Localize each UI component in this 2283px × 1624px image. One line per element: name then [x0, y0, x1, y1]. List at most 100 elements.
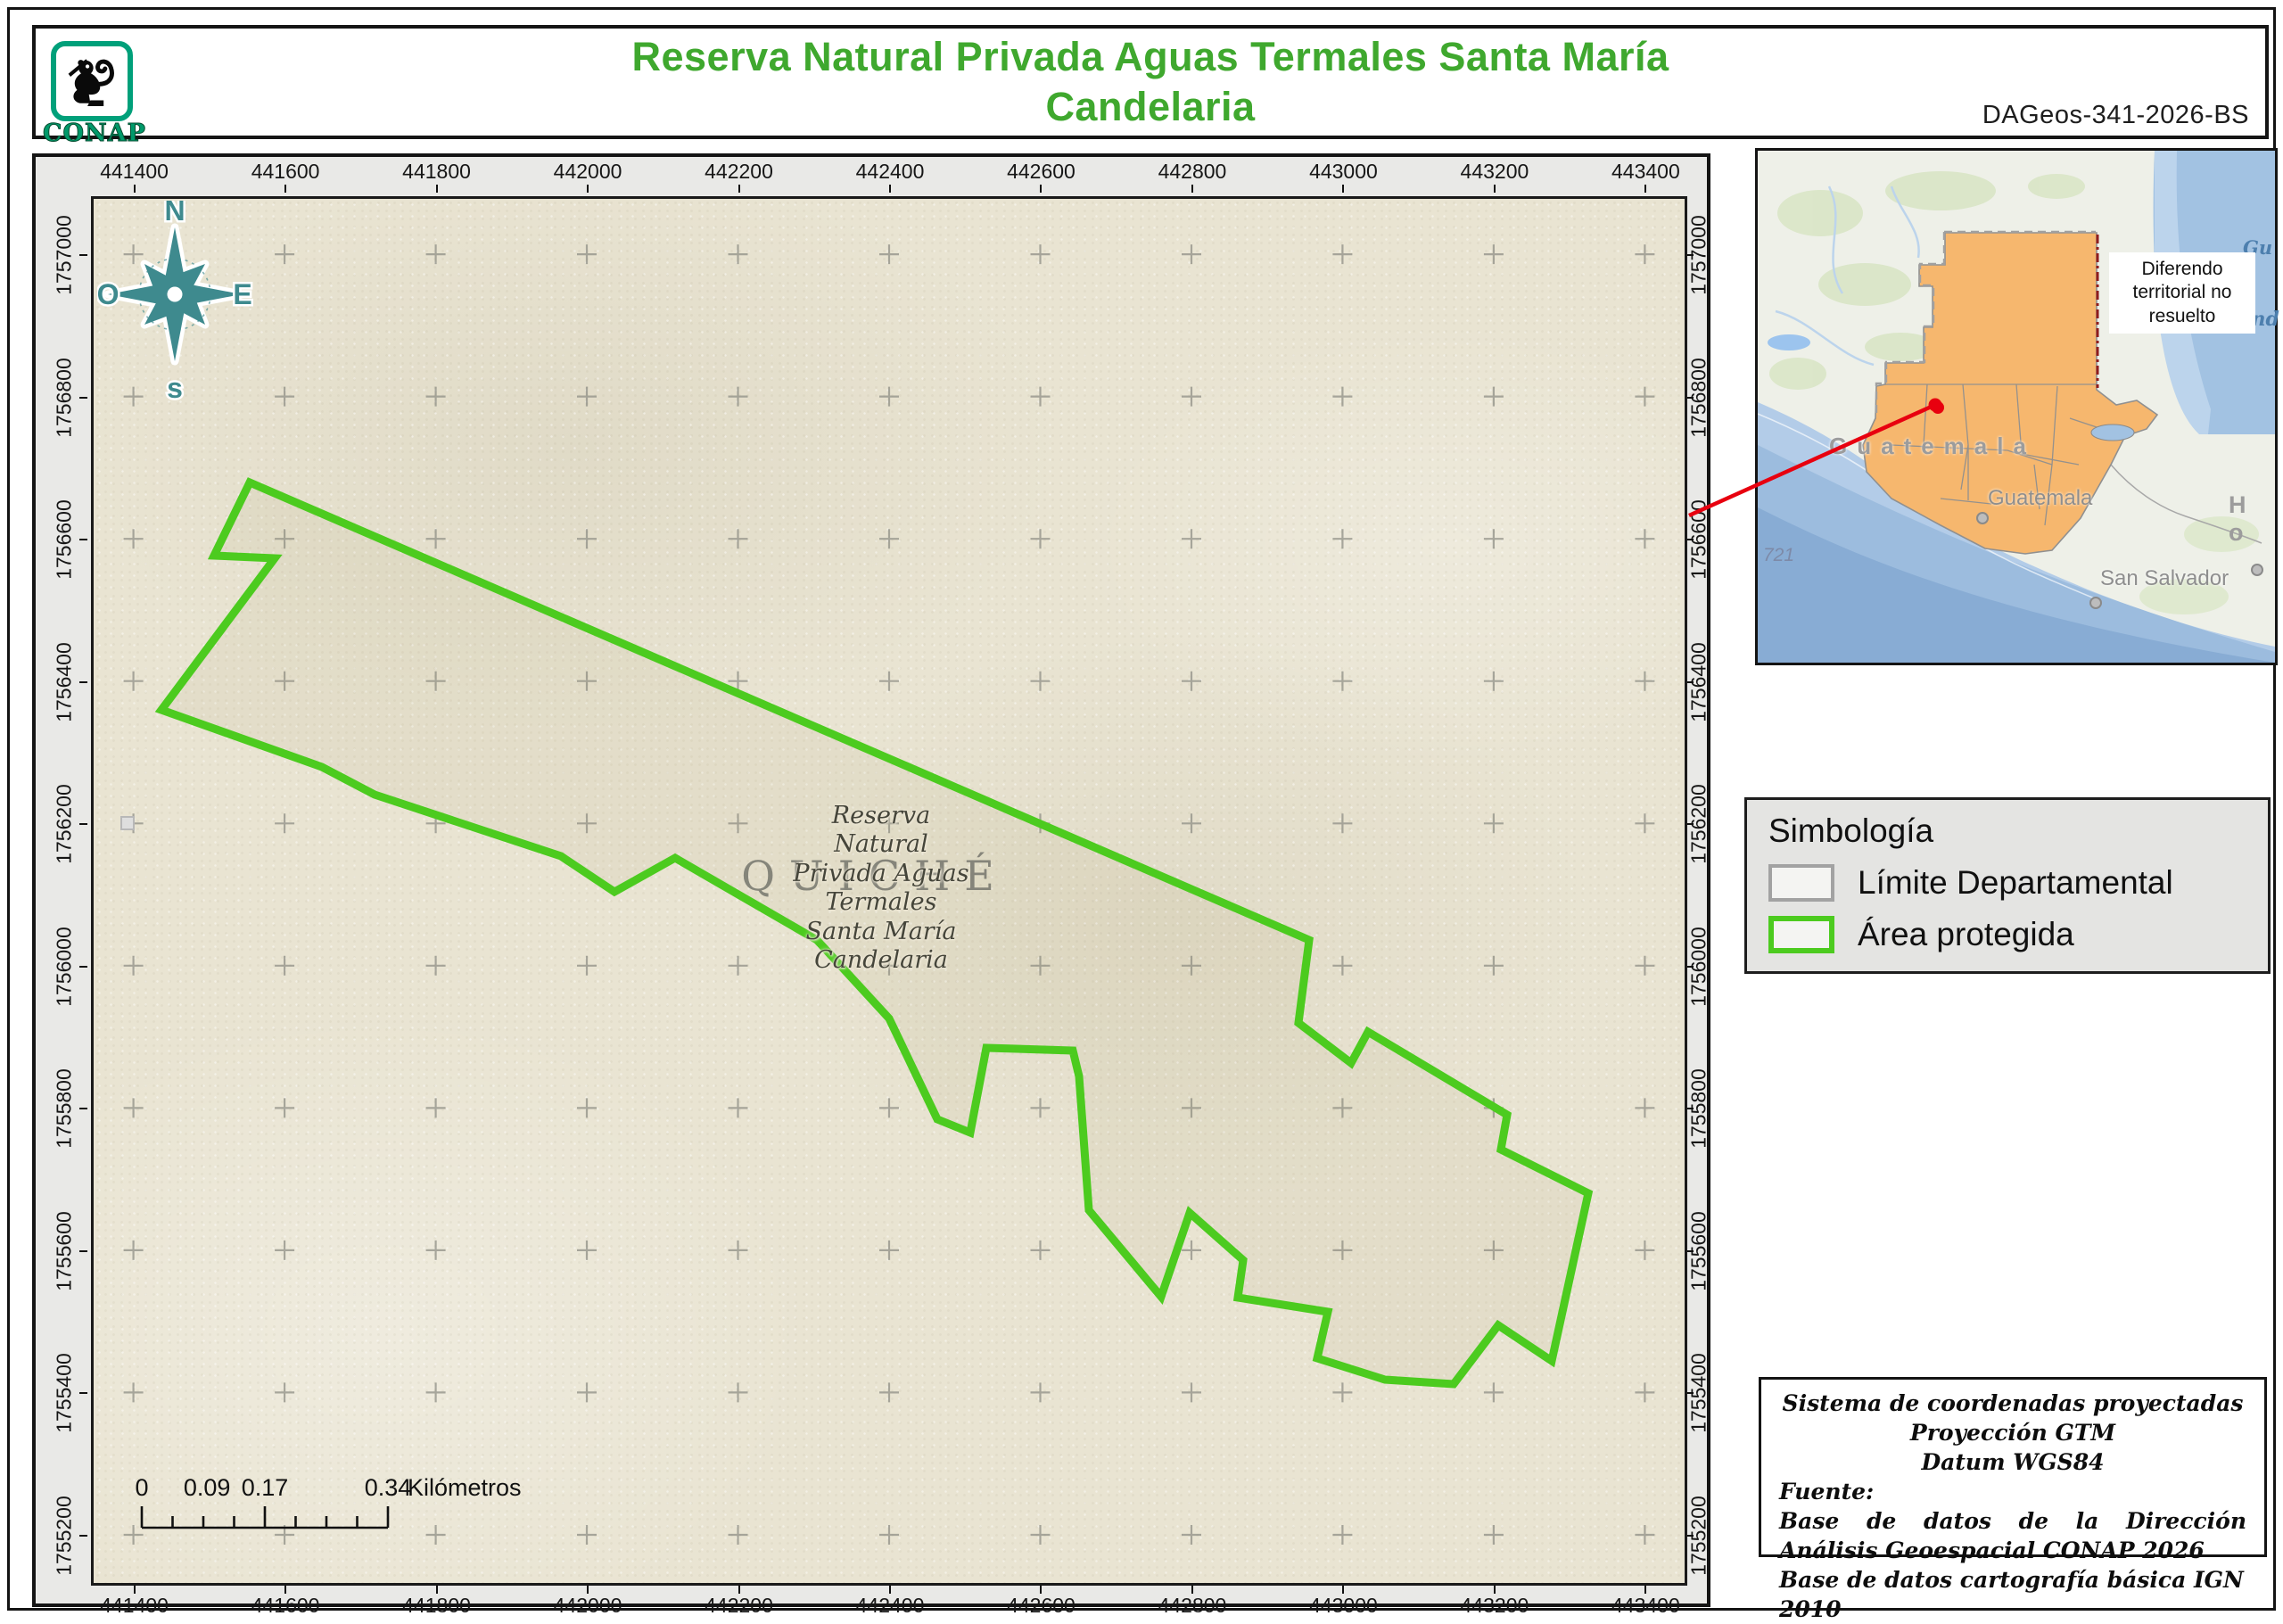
axis-label: 441600: [251, 1594, 320, 1618]
axis-tick: [79, 681, 87, 683]
axis-tick: [79, 397, 87, 399]
inset-country-label: Guatemala: [1829, 433, 2036, 460]
inset-city-dot-guatemala: [1977, 513, 1988, 523]
inset-city-dot-sansalvador: [2090, 598, 2101, 608]
axis-tick: [134, 1586, 136, 1594]
axis-label: 443000: [1309, 1594, 1378, 1618]
axis-label: 442000: [554, 1594, 622, 1618]
axis-tick: [1342, 1586, 1344, 1594]
axis-tick: [587, 185, 589, 193]
axis-label: 441400: [100, 160, 169, 184]
axis-tick: [587, 1586, 589, 1594]
axis-tick: [284, 1586, 286, 1594]
axis-label: 442200: [705, 1594, 773, 1618]
axis-tick: [1644, 185, 1646, 193]
scale-bar: 00.090.170.34Kilómetros: [140, 1474, 515, 1535]
axis-label: 1756800: [53, 358, 77, 438]
axis-tick: [1494, 1586, 1496, 1594]
scale-bar-value: 0: [135, 1474, 148, 1502]
source-line: Base de datos cartografía básica IGN 201…: [1779, 1565, 2246, 1624]
axis-label: 441800: [402, 160, 471, 184]
scale-bar-ruler: [140, 1504, 416, 1529]
axis-tick: [1342, 185, 1344, 193]
compass-e-label: E: [233, 278, 251, 310]
axis-label: 1755400: [53, 1354, 77, 1434]
scale-bar-value: 0.17: [242, 1474, 289, 1502]
legend: Simbología Límite Departamental Área pro…: [1744, 797, 2271, 974]
axis-tick: [1040, 1586, 1042, 1594]
axis-tick: [738, 185, 740, 193]
axis-label: 1755200: [53, 1496, 77, 1576]
reserve-name-label: Reserva Natural Privada Aguas Termales S…: [793, 802, 968, 975]
axis-tick: [889, 1586, 891, 1594]
axis-tick: [889, 185, 891, 193]
axis-tick: [134, 185, 136, 193]
axis-label: 443000: [1309, 160, 1378, 184]
axis-label: 1756400: [53, 642, 77, 722]
axis-label: 443400: [1611, 160, 1680, 184]
axis-label: 1756600: [53, 499, 77, 580]
protected-area-swatch: [1768, 916, 1834, 953]
reserve-label-line: Santa María: [793, 917, 968, 945]
axis-label: 441800: [402, 1594, 471, 1618]
legend-title: Simbología: [1768, 812, 2246, 850]
inset-territorial-note: Diferendo territorial no resuelto: [2109, 252, 2255, 334]
departmental-boundary-swatch: [1768, 864, 1834, 902]
axis-labels-right: 1757000175680017566001756400175620017560…: [1687, 200, 1710, 1584]
axis-label: 442200: [705, 160, 773, 184]
inset-locator-map: Guatemala Guatemala San Salvador H o Gu …: [1755, 148, 2278, 665]
reserve-label-line: Termales: [793, 888, 968, 917]
axis-tick: [1494, 185, 1496, 193]
axis-labels-bottom: 4414004416004418004420004422004424004426…: [95, 1586, 1685, 1612]
axis-label: 442400: [856, 160, 925, 184]
document-code: DAGeos-341-2026-BS: [1982, 101, 2249, 130]
axis-tick: [79, 1535, 87, 1537]
axis-tick: [1644, 1586, 1646, 1594]
coordinate-system-info-box: Sistema de coordenadas proyectadas Proye…: [1759, 1377, 2267, 1557]
axis-label: 442600: [1007, 160, 1076, 184]
axis-label: 443200: [1461, 1594, 1529, 1618]
legend-item-label: Área protegida: [1858, 916, 2074, 953]
map-document: CONAP Reserva Natural Privada Aguas Term…: [0, 0, 2283, 1618]
compass-n-label: N: [164, 201, 185, 227]
axis-tick: [284, 185, 286, 193]
inset-country-label-honduras: H o: [2229, 491, 2275, 547]
axis-label: 443400: [1611, 1594, 1680, 1618]
inset-reserve-location-dot: [1932, 401, 1944, 414]
page-title: Reserva Natural Privada Aguas Termales S…: [562, 32, 1739, 133]
axis-tick: [1040, 185, 1042, 193]
axis-tick: [79, 539, 87, 540]
source-heading: Fuente:: [1779, 1477, 2246, 1506]
reserve-label-line: Natural: [793, 830, 968, 859]
scale-bar-unit: Kilómetros: [408, 1474, 522, 1502]
axis-tick: [79, 966, 87, 968]
axis-tick: [79, 1108, 87, 1109]
reserve-label-line: Reserva: [793, 802, 968, 830]
axis-label: 1757000: [53, 215, 77, 295]
legend-item-departmental: Límite Departamental: [1768, 864, 2246, 902]
map-artifact-square: [120, 816, 135, 830]
axis-label: 441400: [100, 1594, 169, 1618]
compass-o-label: O: [97, 278, 119, 310]
info-line: Sistema de coordenadas proyectadas: [1779, 1389, 2246, 1418]
axis-label: 441600: [251, 160, 320, 184]
info-line: Proyección GTM: [1779, 1418, 2246, 1447]
axis-label: 442800: [1158, 160, 1227, 184]
axis-tick: [1191, 1586, 1193, 1594]
axis-label: 442800: [1158, 1594, 1227, 1618]
inset-depth-label: 721: [1763, 545, 1794, 566]
axis-tick: [1191, 185, 1193, 193]
axis-label: 443200: [1461, 160, 1529, 184]
axis-tick: [79, 254, 87, 256]
compass-rose-icon: N E s O: [97, 201, 253, 401]
header: CONAP Reserva Natural Privada Aguas Term…: [32, 25, 2269, 139]
axis-label: 442600: [1007, 1594, 1076, 1618]
axis-tick: [436, 185, 438, 193]
axis-label: 1755800: [53, 1069, 77, 1150]
axis-labels-top: 4414004416004418004420004422004424004426…: [95, 161, 1685, 193]
axis-tick: [79, 823, 87, 825]
title-wrap: Reserva Natural Privada Aguas Termales S…: [36, 29, 2265, 136]
info-line: Datum WGS84: [1779, 1447, 2246, 1477]
reserve-label-line: Privada Aguas: [793, 860, 968, 888]
compass-s-label: s: [167, 372, 183, 401]
